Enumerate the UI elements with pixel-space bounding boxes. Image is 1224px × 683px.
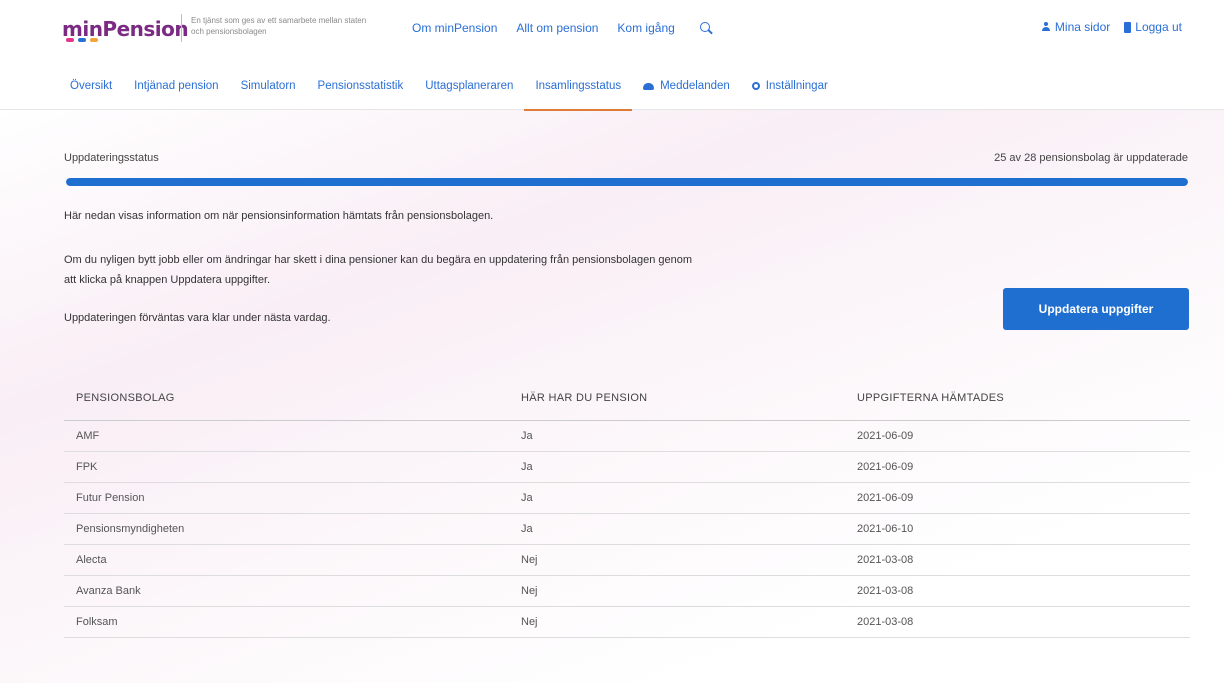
table-row: Alecta Nej 2021-03-08 [64,544,1190,576]
table-row: FPK Ja 2021-06-09 [64,451,1190,483]
cell-fetched-date: 2021-06-10 [845,513,1190,545]
info-text-1: Här nedan visas information om när pensi… [64,210,494,222]
cell-has-pension: Nej [509,575,845,607]
cloud-icon [643,82,655,90]
column-header-company: PENSIONSBOLAG [64,376,509,421]
status-summary: 25 av 28 pensionsbolag är uppdaterade [994,152,1188,164]
nav-kom-igang[interactable]: Kom igång [617,21,674,35]
info-text-2: Om du nyligen bytt jobb eller om ändring… [64,254,693,286]
logo-divider [181,14,182,42]
cell-fetched-date: 2021-03-08 [845,544,1190,576]
search-icon[interactable] [699,22,713,35]
table-row: Folksam Nej 2021-03-08 [64,606,1190,638]
cell-company: FPK [64,451,509,483]
cell-company: Alecta [64,544,509,576]
my-pages-label: Mina sidor [1054,20,1111,34]
gear-icon [751,82,760,90]
info-text-3: Uppdateringen förväntas vara klar under … [64,312,331,324]
tab-installningar-label: Inställningar [765,80,828,92]
progress-fill [66,178,1188,186]
cell-has-pension: Ja [509,482,845,514]
tab-pensionsstatistik[interactable]: Pensionsstatistik [307,62,415,110]
cell-company: Pensionsmyndigheten [64,513,509,545]
cell-fetched-date: 2021-06-09 [845,482,1190,514]
tab-meddelanden[interactable]: Meddelanden [632,62,741,110]
table-header-row: PENSIONSBOLAG HÄR HAR DU PENSION UPPGIFT… [64,376,1190,421]
cell-fetched-date: 2021-03-08 [845,606,1190,638]
pension-companies-table: PENSIONSBOLAG HÄR HAR DU PENSION UPPGIFT… [64,376,1190,638]
table-row: Avanza Bank Nej 2021-03-08 [64,575,1190,607]
column-header-has-pension: HÄR HAR DU PENSION [509,376,845,421]
logo-dot [78,38,86,42]
table-row: Pensionsmyndigheten Ja 2021-06-10 [64,513,1190,545]
tab-oversikt[interactable]: Översikt [70,62,123,110]
cell-company: Avanza Bank [64,575,509,607]
tab-simulatorn[interactable]: Simulatorn [230,62,307,110]
cell-fetched-date: 2021-03-08 [845,575,1190,607]
nav-om-minpension[interactable]: Om minPension [412,21,497,35]
logo-dot [90,38,98,42]
table-row: Futur Pension Ja 2021-06-09 [64,482,1190,514]
cell-has-pension: Ja [509,451,845,483]
table-row: AMF Ja 2021-06-09 [64,420,1190,452]
tab-installningar[interactable]: Inställningar [741,62,839,110]
tagline: En tjänst som ges av ett samarbete mella… [191,16,367,36]
nav-allt-om-pension[interactable]: Allt om pension [516,21,598,35]
logo-dots [66,38,98,42]
tab-uttagsplaneraren[interactable]: Uttagsplaneraren [414,62,524,110]
update-progress-bar [66,178,1188,186]
user-icon [1041,22,1051,32]
cell-has-pension: Nej [509,544,845,576]
status-label: Uppdateringsstatus [64,152,159,164]
top-header: minPension En tjänst som ges av ett sama… [0,0,1224,60]
logout-label: Logga ut [1135,20,1182,34]
column-header-fetched: UPPGIFTERNA HÄMTADES [845,376,1190,421]
account-links: Mina sidor Logga ut [1041,20,1182,34]
cell-has-pension: Ja [509,513,845,545]
tab-meddelanden-label: Meddelanden [660,80,730,92]
tab-insamlingsstatus[interactable]: Insamlingsstatus [524,62,632,111]
cell-company: Folksam [64,606,509,638]
top-nav: Om minPension Allt om pension Kom igång [412,21,713,35]
tab-intjanad-pension[interactable]: Intjänad pension [123,62,229,110]
logout-icon [1124,21,1132,33]
logo-dot [66,38,74,42]
cell-company: AMF [64,420,509,452]
sub-nav: Översikt Intjänad pension Simulatorn Pen… [0,62,1224,111]
my-pages-link[interactable]: Mina sidor [1041,20,1110,34]
cell-has-pension: Nej [509,606,845,638]
cell-has-pension: Ja [509,420,845,452]
cell-company: Futur Pension [64,482,509,514]
update-data-button[interactable]: Uppdatera uppgifter [1003,288,1189,330]
logout-link[interactable]: Logga ut [1124,20,1182,34]
cell-fetched-date: 2021-06-09 [845,420,1190,452]
cell-fetched-date: 2021-06-09 [845,451,1190,483]
